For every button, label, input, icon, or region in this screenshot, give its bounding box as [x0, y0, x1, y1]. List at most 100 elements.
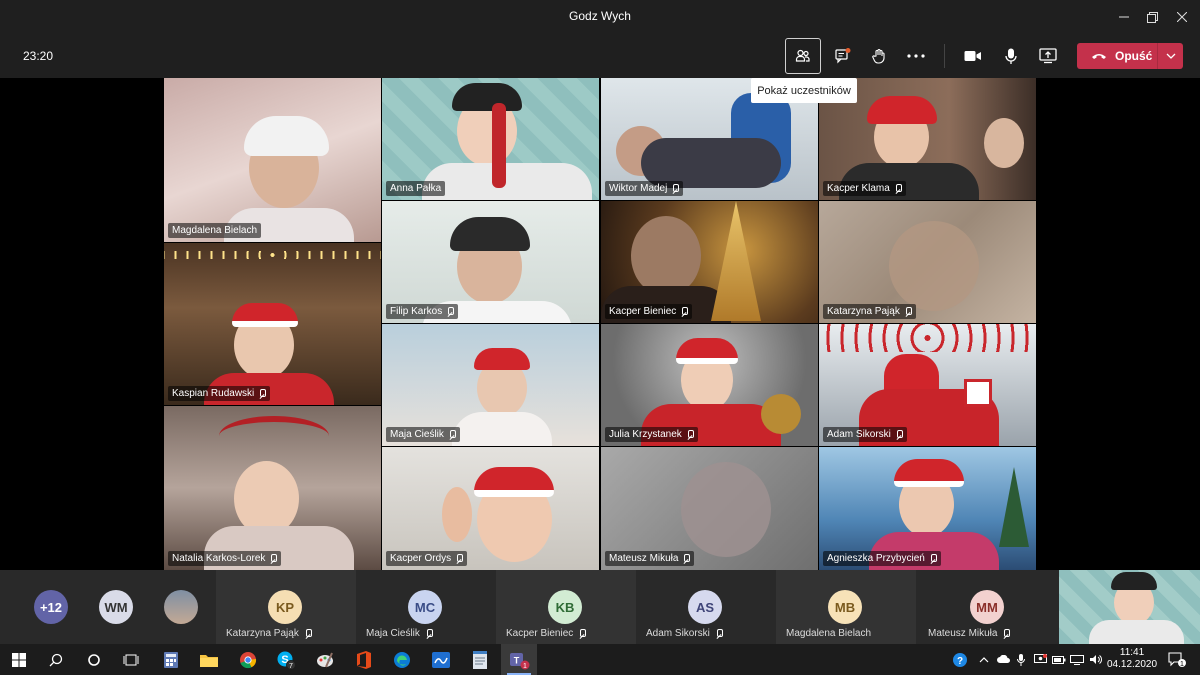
show-participants-button[interactable] [785, 38, 821, 74]
participant-video [631, 216, 701, 296]
paint-app[interactable] [307, 644, 343, 675]
leave-button[interactable]: Opuść [1077, 43, 1157, 69]
more-actions-button[interactable] [899, 39, 933, 73]
microphone-button[interactable] [994, 39, 1028, 73]
santa-hat-decoration [474, 348, 530, 370]
video-tile[interactable]: Anna Pałka [382, 78, 599, 200]
roster-tile[interactable]: MM Mateusz Mikuła [916, 570, 1059, 644]
string-lights-decoration [164, 251, 381, 259]
help-icon: ? [953, 652, 967, 667]
video-tile[interactable]: Kacper Bieniec [601, 201, 818, 323]
cortana-button[interactable] [76, 644, 112, 675]
microphone-icon [1017, 653, 1025, 666]
action-center-button[interactable]: 1 [1162, 644, 1192, 675]
help-tray-icon-button[interactable]: ? [946, 644, 974, 675]
video-tile[interactable]: Maja Cieślik [382, 324, 599, 446]
mic-icon [686, 430, 694, 439]
roster-tile[interactable]: MC Maja Cieślik [356, 570, 496, 644]
skype-app[interactable]: S7 [268, 644, 304, 675]
mic-icon [904, 307, 912, 316]
santa-hat-decoration [867, 96, 937, 124]
participant-name-label: Wiktor Madej [605, 181, 684, 196]
roster-name: Katarzyna Pająk [226, 628, 312, 639]
more-participants-button[interactable]: +12 [34, 590, 68, 624]
system-clock[interactable]: 11:41 04.12.2020 [1107, 647, 1157, 671]
roster-name: Mateusz Mikuła [928, 628, 1011, 639]
chat-icon [835, 48, 851, 64]
calculator-icon [164, 651, 178, 668]
chrome-app[interactable] [230, 644, 266, 675]
mic-tray-button[interactable] [1012, 644, 1030, 675]
leave-options-button[interactable] [1158, 43, 1183, 69]
teams-app[interactable]: T1 [501, 644, 537, 675]
task-view-icon [123, 654, 139, 665]
camera-button[interactable] [956, 39, 990, 73]
search-button[interactable] [38, 644, 74, 675]
roster-tile[interactable]: KP Katarzyna Pająk [216, 570, 356, 644]
camera-icon [964, 51, 981, 61]
onedrive-tray-button[interactable] [994, 644, 1014, 675]
meeting-toolbar: 23:20 Opuść [0, 34, 1200, 78]
leave-label: Opuść [1115, 49, 1153, 63]
gift-decoration [964, 379, 992, 407]
edge-app[interactable] [384, 644, 420, 675]
video-tile[interactable]: Mateusz Mikuła [601, 447, 818, 570]
video-stage: Magdalena Bielach Anna Pałka Wiktor Made… [0, 78, 1200, 570]
participants-icon [795, 49, 810, 62]
volume-tray-button[interactable] [1085, 644, 1105, 675]
video-tile[interactable]: Filip Karkos [382, 201, 599, 323]
battery-tray-button[interactable] [1050, 644, 1068, 675]
calculator-app[interactable] [153, 644, 189, 675]
video-tile[interactable]: Julia Krzystanek [601, 324, 818, 446]
cortana-icon [88, 653, 100, 666]
svg-text:T: T [514, 655, 520, 665]
video-tile[interactable]: Katarzyna Pająk [819, 201, 1036, 323]
network-tray-button[interactable] [1068, 644, 1086, 675]
windows-taskbar: S7 T1 ? 11:41 04.12.2020 1 [0, 644, 1200, 675]
avatar-photo[interactable] [164, 590, 198, 624]
roster-overflow-group: +12 WM [0, 570, 216, 644]
device-tray-button[interactable] [1030, 644, 1050, 675]
window-title: Godz Wych [569, 9, 631, 23]
share-screen-icon [1039, 48, 1057, 64]
hangup-icon [1092, 54, 1106, 59]
raise-hand-button[interactable] [862, 39, 896, 73]
avatar[interactable]: WM [99, 590, 133, 624]
svg-text:?: ? [957, 656, 963, 667]
participant-name-label: Kacper Klama [823, 181, 906, 196]
mic-icon [895, 430, 903, 439]
show-conversation-button[interactable] [826, 39, 860, 73]
office-app[interactable] [345, 644, 381, 675]
mic-icon [715, 629, 723, 638]
close-icon [1177, 12, 1187, 22]
file-explorer-app[interactable] [191, 644, 227, 675]
skype-badge: 7 [289, 663, 293, 670]
notepad-app[interactable] [462, 644, 498, 675]
roster-tile[interactable]: MB Magdalena Bielach [776, 570, 916, 644]
whiteboard-app[interactable] [423, 644, 459, 675]
participant-name-label: Adam Sikorski [823, 427, 907, 442]
share-screen-button[interactable] [1031, 39, 1065, 73]
video-tile[interactable]: Agnieszka Przybycień [819, 447, 1036, 570]
show-hidden-icons-button[interactable] [974, 644, 994, 675]
video-tile[interactable]: Natalia Karkos-Lorek [164, 406, 381, 570]
antlers-decoration [219, 416, 329, 456]
chevron-up-icon [979, 656, 989, 662]
self-view-video[interactable] [1059, 570, 1200, 644]
toolbar-divider [944, 44, 945, 68]
mic-icon [578, 629, 587, 638]
santa-hat-decoration [232, 303, 298, 327]
participant-name-label: Filip Karkos [386, 304, 459, 319]
roster-tile[interactable]: KB Kacper Bieniec [496, 570, 636, 644]
video-tile[interactable]: Kaspian Rudawski [164, 243, 381, 405]
santa-hat-decoration [894, 459, 964, 487]
close-button[interactable] [1164, 0, 1200, 34]
network-icon [1070, 654, 1084, 665]
start-button[interactable] [1, 644, 37, 675]
video-tile[interactable]: Kacper Ordys [382, 447, 599, 570]
video-tile[interactable]: Magdalena Bielach [164, 78, 381, 242]
task-view-button[interactable] [113, 644, 149, 675]
chrome-icon [240, 651, 257, 668]
video-tile[interactable]: Adam Sikorski [819, 324, 1036, 446]
roster-tile[interactable]: AS Adam Sikorski [636, 570, 776, 644]
